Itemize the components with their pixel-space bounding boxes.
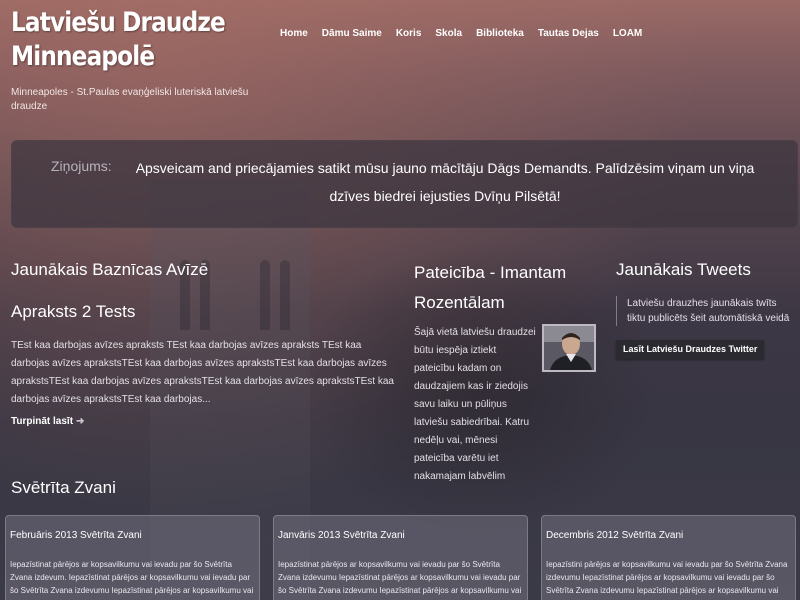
- announcement-box: Ziņojums: Apsveicam and priecājamies sat…: [11, 140, 798, 228]
- site-title[interactable]: Latviešu Draudze Minneapolē: [11, 6, 226, 74]
- bells-card-title[interactable]: Februāris 2013 Svētrīta Zvani: [10, 530, 142, 541]
- nav-item-skola[interactable]: Skola: [428, 28, 469, 40]
- arrow-right-icon: ➜: [76, 416, 85, 427]
- portrait-photo: [542, 324, 596, 372]
- church-window: [280, 260, 290, 330]
- nav-item-damu-saime[interactable]: Dāmu Saime: [315, 28, 389, 40]
- bells-card-body: Iepazīstinat pārējos ar kopsavilkumu vai…: [278, 560, 522, 600]
- nav-item-home[interactable]: Home: [280, 28, 315, 40]
- thanks-heading: Pateicība - Imantam Rozentālam: [414, 263, 567, 312]
- bells-card[interactable]: Februāris 2013 Svētrīta Zvani Iepazīstin…: [5, 515, 260, 600]
- church-window: [260, 260, 270, 330]
- tweet-text: Latviešu drauzhes jaunākais twīts tiktu …: [616, 296, 792, 326]
- bells-card[interactable]: Janvāris 2013 Svētrīta Zvani Iepazīstina…: [273, 515, 528, 600]
- newsletter-article-title[interactable]: Apraksts 2 Tests: [11, 302, 135, 322]
- bells-card-title[interactable]: Decembris 2012 Svētrīta Zvani: [546, 530, 683, 541]
- announcement-label: Ziņojums:: [51, 158, 112, 174]
- bells-card-title[interactable]: Janvāris 2013 Svētrīta Zvani: [278, 530, 405, 541]
- bells-heading: Svētrīta Zvani: [11, 478, 116, 497]
- tweets-heading: Jaunākais Tweets: [616, 260, 751, 279]
- newsletter-article-body: TEst kaa darbojas avīzes apraksts TEst k…: [11, 340, 394, 405]
- read-twitter-button[interactable]: Lasīt Latviešu Draudzes Twitter: [616, 340, 765, 359]
- nav-item-tautas-dejas[interactable]: Tautas Dejas: [531, 28, 606, 40]
- announcement-text: Apsveicam and priecājamies satikt mūsu j…: [135, 160, 755, 204]
- nav-item-loam[interactable]: LOAM: [606, 28, 649, 40]
- nav-item-koris[interactable]: Koris: [389, 28, 429, 40]
- thanks-body: Šajā vietā latviešu draudzei būtu iespēj…: [414, 327, 536, 482]
- person-portrait-icon: [544, 326, 594, 370]
- newsletter-heading: Jaunākais Baznīcas Avīzē: [11, 260, 209, 279]
- read-more-link[interactable]: Turpināt lasīt ➜: [11, 416, 84, 427]
- bells-card[interactable]: Decembris 2012 Svētrīta Zvani Iepazīstin…: [541, 515, 796, 600]
- bells-card-body: Iepazīstinat pārējos ar kopsavilkumu vai…: [10, 560, 254, 600]
- bells-card-body: Iepazīstini pārējos ar kopsavilkumu vai …: [546, 560, 788, 600]
- main-nav: Home Dāmu Saime Koris Skola Biblioteka T…: [280, 28, 649, 40]
- nav-item-biblioteka[interactable]: Biblioteka: [469, 28, 531, 40]
- read-more-label: Turpināt lasīt: [11, 416, 74, 427]
- site-tagline: Minneapoles - St.Paulas evaņģeliski lute…: [11, 87, 249, 112]
